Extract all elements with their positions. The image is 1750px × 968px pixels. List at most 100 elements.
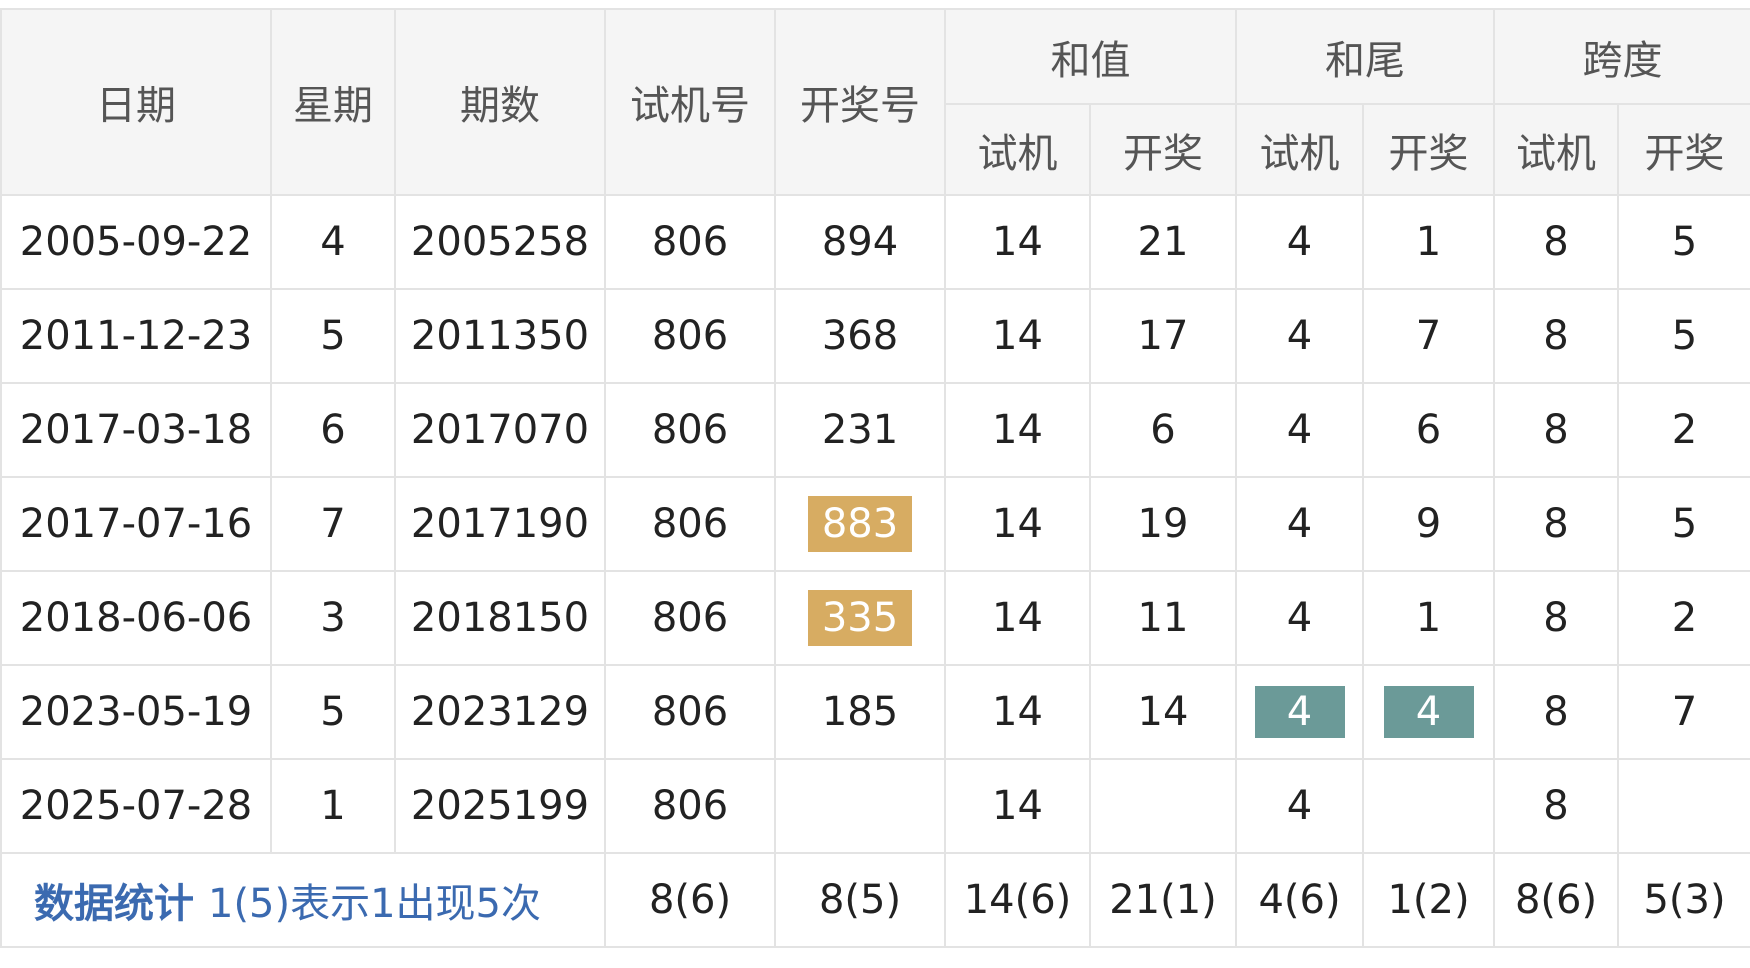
cell-sum-draw: 17: [1089, 288, 1237, 384]
header-draw-number: 开奖号: [774, 8, 946, 196]
cell-sum-trial: 14: [944, 570, 1091, 666]
table-row: 2025-07-28 1 2025199 806 14 4 8: [0, 758, 1750, 854]
cell-date: 2005-09-22: [0, 194, 272, 290]
cell-issue: 2011350: [394, 288, 606, 384]
header-date: 日期: [0, 8, 272, 196]
cell-issue: 2018150: [394, 570, 606, 666]
header-span-draw: 开奖: [1617, 103, 1750, 196]
cell-span-trial: 8: [1493, 664, 1619, 760]
cell-tail-trial: 4: [1235, 288, 1364, 384]
cell-tail-draw: [1362, 758, 1495, 854]
cell-draw: 894: [774, 194, 946, 290]
cell-tail-trial: 4: [1235, 382, 1364, 478]
table-row: 2017-07-16 7 2017190 806 883 14 19 4 9 8…: [0, 476, 1750, 572]
cell-tail-trial: 4: [1235, 758, 1364, 854]
cell-span-trial: 8: [1493, 194, 1619, 290]
cell-span-draw: [1617, 758, 1750, 854]
stats-row: 数据统计 1(5)表示1出现5次 8(6) 8(5) 14(6) 21(1) 4(…: [0, 852, 1750, 948]
stat-span-draw: 5(3): [1617, 852, 1750, 948]
cell-issue: 2005258: [394, 194, 606, 290]
cell-sum-trial: 14: [944, 664, 1091, 760]
cell-span-draw: 7: [1617, 664, 1750, 760]
tail-highlight-badge: 4: [1383, 686, 1474, 738]
cell-span-draw: 2: [1617, 570, 1750, 666]
stat-tail-draw: 1(2): [1362, 852, 1495, 948]
stat-span-trial: 8(6): [1493, 852, 1619, 948]
cell-trial: 806: [604, 382, 776, 478]
stat-tail-trial: 4(6): [1235, 852, 1364, 948]
cell-issue: 2025199: [394, 758, 606, 854]
header-tail-trial: 试机: [1235, 103, 1364, 196]
table-body: 2005-09-22 4 2005258 806 894 14 21 4 1 8…: [0, 194, 1750, 948]
cell-date: 2025-07-28: [0, 758, 272, 854]
cell-tail-draw: 6: [1362, 382, 1495, 478]
cell-draw: 231: [774, 382, 946, 478]
cell-weekday: 5: [270, 288, 396, 384]
stat-sum-draw: 21(1): [1089, 852, 1237, 948]
stat-trial: 8(6): [604, 852, 776, 948]
header-tail-draw: 开奖: [1362, 103, 1495, 196]
cell-span-trial: 8: [1493, 382, 1619, 478]
cell-trial: 806: [604, 476, 776, 572]
cell-trial: 806: [604, 758, 776, 854]
header-sum-trial: 试机: [944, 103, 1091, 196]
cell-tail-draw: 7: [1362, 288, 1495, 384]
cell-weekday: 7: [270, 476, 396, 572]
cell-date: 2011-12-23: [0, 288, 272, 384]
cell-date: 2017-07-16: [0, 476, 272, 572]
header-sum-tail: 和尾: [1235, 8, 1495, 105]
page-wrapper: 日期 星期 期数 试机号 开奖号 和值 和尾 跨度 试机 开奖 试机 开奖 试机…: [0, 0, 1750, 968]
header-span-trial: 试机: [1493, 103, 1619, 196]
cell-span-draw: 5: [1617, 288, 1750, 384]
cell-sum-draw: 6: [1089, 382, 1237, 478]
cell-date: 2017-03-18: [0, 382, 272, 478]
table-header: 日期 星期 期数 试机号 开奖号 和值 和尾 跨度 试机 开奖 试机 开奖 试机…: [0, 8, 1750, 196]
cell-sum-draw: [1089, 758, 1237, 854]
cell-weekday: 4: [270, 194, 396, 290]
header-sum: 和值: [944, 8, 1237, 105]
cell-draw: 185: [774, 664, 946, 760]
table-row: 2023-05-19 5 2023129 806 185 14 14 4 4 8…: [0, 664, 1750, 760]
cell-date: 2023-05-19: [0, 664, 272, 760]
stats-label-cell: 数据统计 1(5)表示1出现5次: [0, 852, 606, 948]
cell-tail-trial: 4: [1235, 570, 1364, 666]
header-row-main: 日期 星期 期数 试机号 开奖号 和值 和尾 跨度: [0, 8, 1750, 196]
stat-sum-trial: 14(6): [944, 852, 1091, 948]
cell-trial: 806: [604, 194, 776, 290]
cell-sum-draw: 21: [1089, 194, 1237, 290]
cell-draw: 883: [774, 476, 946, 572]
cell-date: 2018-06-06: [0, 570, 272, 666]
cell-tail-draw: 1: [1362, 570, 1495, 666]
cell-sum-trial: 14: [944, 476, 1091, 572]
cell-span-draw: 2: [1617, 382, 1750, 478]
cell-tail-trial: 4: [1235, 476, 1364, 572]
cell-sum-trial: 14: [944, 382, 1091, 478]
cell-draw: [774, 758, 946, 854]
stats-note: 1(5)表示1出现5次: [208, 881, 542, 927]
cell-weekday: 6: [270, 382, 396, 478]
cell-tail-draw: 4: [1362, 664, 1495, 760]
stat-draw: 8(5): [774, 852, 946, 948]
cell-trial: 806: [604, 288, 776, 384]
tail-highlight-badge: 4: [1254, 686, 1345, 738]
cell-tail-draw: 1: [1362, 194, 1495, 290]
cell-weekday: 1: [270, 758, 396, 854]
cell-sum-draw: 14: [1089, 664, 1237, 760]
cell-span-trial: 8: [1493, 288, 1619, 384]
table-row: 2011-12-23 5 2011350 806 368 14 17 4 7 8…: [0, 288, 1750, 384]
cell-span-draw: 5: [1617, 194, 1750, 290]
cell-span-trial: 8: [1493, 570, 1619, 666]
cell-span-trial: 8: [1493, 758, 1619, 854]
cell-sum-draw: 11: [1089, 570, 1237, 666]
cell-weekday: 3: [270, 570, 396, 666]
cell-weekday: 5: [270, 664, 396, 760]
cell-issue: 2023129: [394, 664, 606, 760]
cell-span-draw: 5: [1617, 476, 1750, 572]
cell-draw: 335: [774, 570, 946, 666]
lottery-trial-number-table: 日期 星期 期数 试机号 开奖号 和值 和尾 跨度 试机 开奖 试机 开奖 试机…: [0, 8, 1750, 948]
table-row: 2017-03-18 6 2017070 806 231 14 6 4 6 8 …: [0, 382, 1750, 478]
cell-tail-draw: 9: [1362, 476, 1495, 572]
table-row: 2005-09-22 4 2005258 806 894 14 21 4 1 8…: [0, 194, 1750, 290]
cell-sum-draw: 19: [1089, 476, 1237, 572]
cell-span-trial: 8: [1493, 476, 1619, 572]
